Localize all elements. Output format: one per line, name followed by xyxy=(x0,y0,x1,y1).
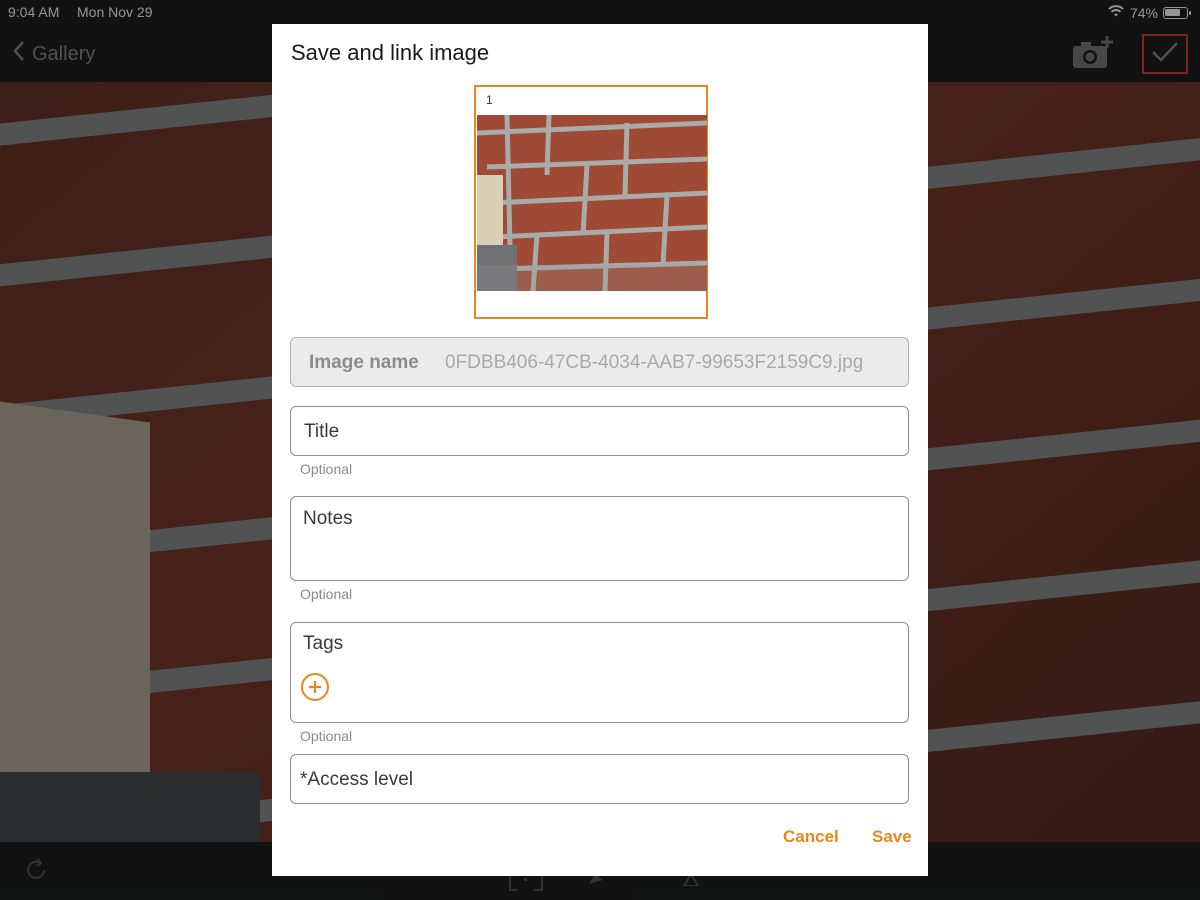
notes-hint: Optional xyxy=(300,586,353,602)
notes-field-label: Notes xyxy=(303,508,353,529)
title-hint: Optional xyxy=(300,461,353,477)
image-name-value: 0FDBB406-47CB-4034-AAB7-99653F2159C9.jpg xyxy=(445,352,864,373)
access-level-field[interactable]: *Access level xyxy=(290,754,909,804)
notes-field[interactable]: Notes xyxy=(290,496,909,581)
save-button[interactable]: Save xyxy=(872,827,912,847)
cancel-button[interactable]: Cancel xyxy=(783,827,839,847)
save-link-dialog: Save and link image 1 Image name 0FDBB40… xyxy=(272,24,928,876)
title-field-label: Title xyxy=(304,421,340,442)
image-name-field: Image name 0FDBB406-47CB-4034-AAB7-99653… xyxy=(290,337,909,387)
tags-field[interactable]: Tags xyxy=(290,622,909,723)
thumbnail-image xyxy=(477,115,707,291)
dialog-title: Save and link image xyxy=(291,40,490,65)
thumbnail-index: 1 xyxy=(486,93,493,107)
tags-hint: Optional xyxy=(300,728,353,744)
add-tag-button[interactable] xyxy=(301,673,329,701)
access-level-label: *Access level xyxy=(300,769,413,790)
image-thumbnail[interactable]: 1 xyxy=(474,85,708,319)
title-field[interactable]: Title xyxy=(290,406,909,456)
image-name-label: Image name xyxy=(309,352,419,373)
plus-icon xyxy=(309,681,321,693)
tags-field-label: Tags xyxy=(303,633,344,654)
